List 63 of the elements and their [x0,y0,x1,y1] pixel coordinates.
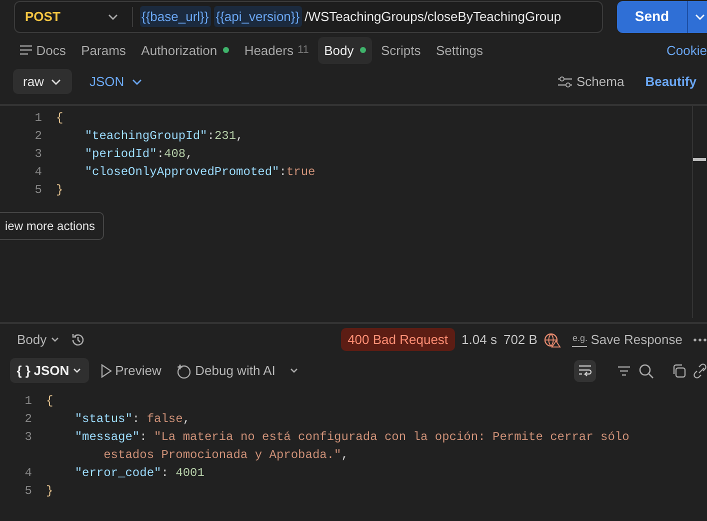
status-badge: 400 Bad Request [340,328,456,352]
response-view-dropdown[interactable]: Body [13,326,64,352]
globe-warning-icon[interactable] [544,332,562,348]
url-variable: {{api_version}} [214,6,302,28]
line-number: 1 [34,110,42,125]
chevron-down-icon [288,366,299,376]
tooltip: iew more actions [0,212,104,240]
debug-button[interactable]: Debug with AI [172,358,280,384]
send-button[interactable]: Send [617,0,687,32]
save-response-button[interactable]: e.g. Save Response [568,326,686,352]
history-icon[interactable] [70,332,86,348]
code-line: "status": false, [74,411,192,428]
line-number: 3 [34,146,42,161]
tab[interactable]: Settings [430,36,489,64]
line-number: 5 [34,182,42,197]
line-number: 5 [24,484,32,498]
line-number: 3 [24,430,32,444]
tab[interactable]: Params [75,36,132,64]
url-bar[interactable]: POST {{base_url}} {{api_version}} /WSTeachingGroups/closeByTeachingGroup [14,0,603,32]
line-number: 4 [34,164,42,179]
format-dropdown[interactable]: { } JSON [10,358,90,384]
method-label[interactable]: POST [25,6,60,26]
chevron-down-icon [72,366,82,376]
line-number: 2 [34,128,42,143]
code-line: } [56,182,64,199]
body-mode-dropdown[interactable]: raw [13,68,72,94]
tab[interactable]: Authorization [135,36,236,64]
play-icon [100,364,112,378]
link-icon[interactable] [693,362,707,378]
wrap-lines-icon [577,362,593,378]
line-number: 1 [24,394,32,408]
url-variable: {{base_url}} [140,6,211,28]
chevron-down-icon [50,334,60,344]
preview-button[interactable]: Preview [96,358,166,384]
send-options-button[interactable] [687,0,707,32]
scrollbar[interactable] [692,106,706,318]
schema-button[interactable]: Schema [553,68,628,94]
code-line: "teachingGroupId":231, [84,128,244,145]
tab[interactable]: Headers 11 [238,36,315,64]
sliders-icon [557,76,574,88]
response-time: 1.04 s [462,330,497,349]
code-line: "closeOnlyApprovedPromoted":true [84,164,316,181]
code-line: { [56,110,64,127]
url-path: /WSTeachingGroups/closeByTeachingGroup [304,8,562,26]
search-icon[interactable] [638,362,654,378]
line-number: 4 [24,466,32,480]
tab[interactable]: Scripts [375,36,427,64]
response-size: 702 B [503,330,538,349]
beautify-button[interactable]: Beautify [641,68,700,94]
code-line: } [46,483,54,500]
sparkle-icon [176,362,192,378]
list-icon [19,44,33,56]
cookies-link[interactable]: Cookie [666,40,707,60]
tab[interactable]: Body [318,36,372,64]
code-line: "message": "La materia no está configurada con la opción: Permite cerrar sólo estados Promocionada y Aprobada.", [74,429,630,464]
tab[interactable]: Docs [13,36,72,64]
code-line: { [46,393,54,410]
code-line: "periodId":408, [84,146,194,163]
copy-icon[interactable] [670,362,686,378]
language-dropdown[interactable]: JSON [85,68,147,94]
line-number: 2 [24,412,32,426]
code-line: "error_code": 4001 [74,465,206,482]
wrap-button[interactable] [574,360,596,382]
